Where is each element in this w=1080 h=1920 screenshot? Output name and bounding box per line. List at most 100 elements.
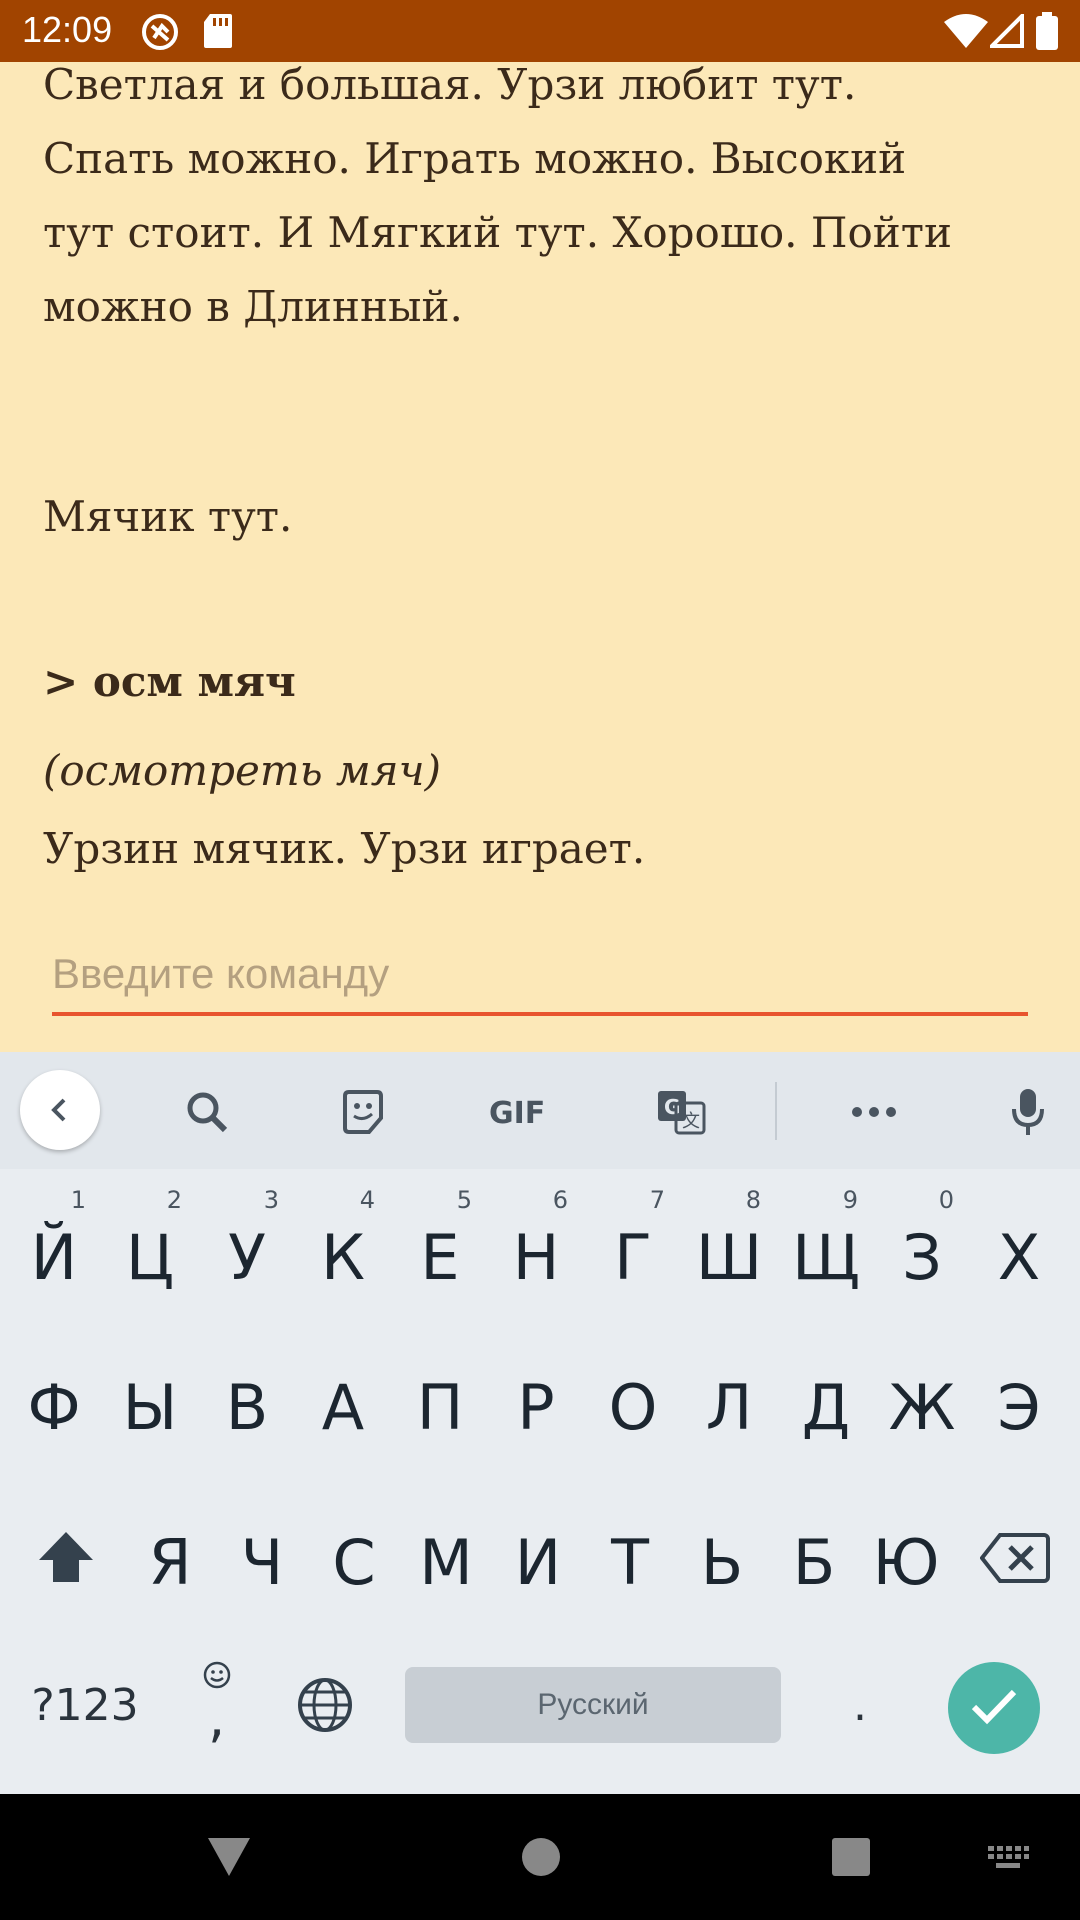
key-label: Ь	[700, 1525, 744, 1599]
sticker-icon[interactable]	[323, 1072, 403, 1152]
key-hint: 3	[263, 1186, 279, 1214]
toolbar-divider	[775, 1082, 777, 1140]
key-hint: 6	[552, 1186, 568, 1214]
key-у[interactable]: У3	[199, 1182, 295, 1332]
key-ь[interactable]: Ь	[676, 1487, 768, 1637]
key-label: Ц	[125, 1220, 175, 1294]
keyboard-toolbar: GIF G文	[0, 1052, 1080, 1169]
key-я[interactable]: Я	[124, 1487, 216, 1637]
shift-icon	[37, 1526, 95, 1599]
key-п[interactable]: П	[392, 1332, 488, 1482]
key-label: Л	[705, 1370, 753, 1444]
key-е[interactable]: Е5	[392, 1182, 488, 1332]
navigation-bar	[0, 1794, 1080, 1920]
key-ц[interactable]: Ц2	[102, 1182, 198, 1332]
backspace-key[interactable]	[962, 1487, 1068, 1637]
home-nav-icon[interactable]	[520, 1836, 562, 1883]
key-о[interactable]: О	[585, 1332, 681, 1482]
key-н[interactable]: Н6	[488, 1182, 584, 1332]
search-icon[interactable]	[167, 1072, 247, 1152]
story-paragraph: Светлая и большая. Урзи любит тут. Спать…	[43, 60, 952, 331]
story-paragraph: Урзин мячик. Урзи играет.	[43, 824, 646, 873]
key-м[interactable]: М	[400, 1487, 492, 1637]
translate-icon[interactable]: G文	[641, 1072, 721, 1152]
command-input-container[interactable]	[52, 940, 1028, 1016]
key-label: Д	[801, 1370, 851, 1444]
key-в[interactable]: В	[199, 1332, 295, 1482]
key-hint: 0	[938, 1186, 954, 1214]
key-label: Э	[997, 1370, 1041, 1444]
symbols-key[interactable]: ?123	[20, 1657, 150, 1753]
key-к[interactable]: К4	[295, 1182, 391, 1332]
key-hint: 2	[166, 1186, 182, 1214]
key-label: К	[320, 1220, 366, 1294]
key-label: Ж	[888, 1370, 956, 1444]
key-label: В	[225, 1370, 269, 1444]
command-input[interactable]	[52, 940, 1028, 1008]
key-т[interactable]: Т	[584, 1487, 676, 1637]
key-а[interactable]: А	[295, 1332, 391, 1482]
soft-keyboard: GIF G文 Й1 Ц2 У3 К4 Е5 Н6 Г7 Ш8 Щ9 З0 Х Ф…	[0, 1052, 1080, 1794]
key-ы[interactable]: Ы	[102, 1332, 198, 1482]
key-д[interactable]: Д	[778, 1332, 874, 1482]
key-с[interactable]: С	[308, 1487, 400, 1637]
check-icon	[970, 1687, 1018, 1730]
key-label: Г	[614, 1220, 652, 1294]
key-label: Й	[30, 1220, 78, 1294]
key-х[interactable]: Х	[971, 1182, 1067, 1332]
period-key[interactable]: .	[830, 1657, 890, 1753]
key-г[interactable]: Г7	[585, 1182, 681, 1332]
recents-nav-icon[interactable]	[830, 1836, 872, 1883]
key-й[interactable]: Й1	[6, 1182, 102, 1332]
more-icon[interactable]	[834, 1072, 914, 1152]
battery-icon	[1036, 12, 1058, 55]
key-э[interactable]: Э	[971, 1332, 1067, 1482]
chevron-left-icon[interactable]	[20, 1070, 100, 1150]
shift-key[interactable]	[16, 1487, 116, 1637]
key-label: Ф	[27, 1370, 81, 1444]
comma-key[interactable]: ,	[180, 1652, 256, 1758]
cell-signal-icon	[987, 11, 1024, 53]
key-label: Е	[420, 1220, 460, 1294]
key-ю[interactable]: Ю	[860, 1487, 952, 1637]
key-и[interactable]: И	[492, 1487, 584, 1637]
key-р[interactable]: Р	[488, 1332, 584, 1482]
key-б[interactable]: Б	[768, 1487, 860, 1637]
svg-text:G: G	[664, 1095, 680, 1119]
key-ж[interactable]: Ж	[874, 1332, 970, 1482]
key-label: П	[416, 1370, 464, 1444]
key-з[interactable]: З0	[874, 1182, 970, 1332]
mic-icon[interactable]	[988, 1072, 1068, 1152]
svg-text:文: 文	[682, 1111, 700, 1132]
key-label: Ы	[122, 1370, 178, 1444]
key-л[interactable]: Л	[681, 1332, 777, 1482]
key-label: Р	[517, 1370, 555, 1444]
key-label: М	[419, 1525, 473, 1599]
player-command: > осм мяч	[43, 657, 296, 706]
key-label: Ю	[872, 1525, 940, 1599]
key-label: Б	[792, 1525, 836, 1599]
key-label: О	[608, 1370, 658, 1444]
key-label: Я	[148, 1525, 192, 1599]
key-ч[interactable]: Ч	[216, 1487, 308, 1637]
key-label: Т	[611, 1525, 649, 1599]
key-label: Ш	[695, 1220, 763, 1294]
key-hint: 7	[649, 1186, 665, 1214]
back-nav-icon[interactable]	[206, 1836, 252, 1883]
key-hint: 1	[70, 1186, 86, 1214]
key-hint: 4	[359, 1186, 375, 1214]
enter-key[interactable]	[948, 1662, 1040, 1754]
globe-icon[interactable]	[290, 1662, 360, 1748]
key-ф[interactable]: Ф	[6, 1332, 102, 1482]
keyboard-switch-icon[interactable]	[986, 1844, 1030, 1877]
key-label: У	[228, 1220, 266, 1294]
story-paragraph: Мячик тут.	[43, 492, 293, 541]
comma-label: ,	[208, 1686, 226, 1749]
gif-icon[interactable]: GIF	[480, 1072, 560, 1152]
space-key[interactable]: Русский	[405, 1667, 781, 1743]
key-ш[interactable]: Ш8	[681, 1182, 777, 1332]
key-label: Щ	[792, 1220, 860, 1294]
key-щ[interactable]: Щ9	[778, 1182, 874, 1332]
backspace-icon	[979, 1526, 1050, 1599]
key-label: Х	[997, 1220, 1041, 1294]
